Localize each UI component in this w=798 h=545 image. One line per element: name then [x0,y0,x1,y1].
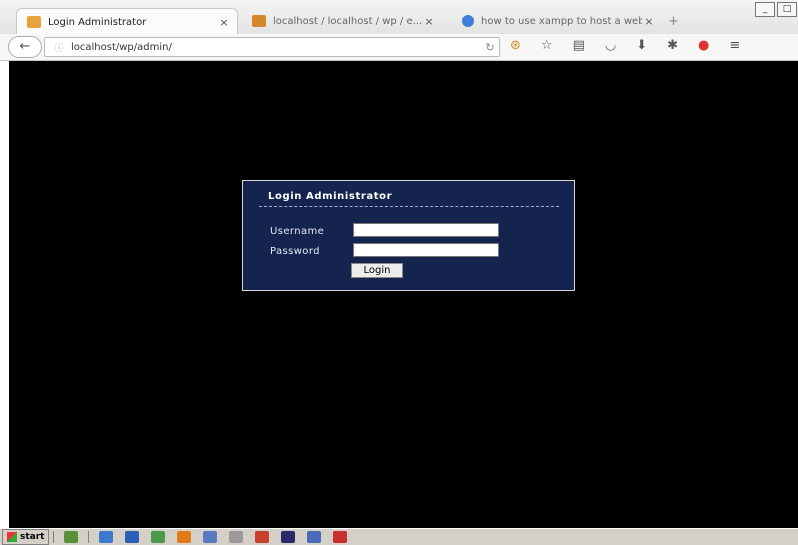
vlc-icon[interactable] [177,531,192,543]
tab-close-icon[interactable]: × [642,15,656,28]
maximize-button[interactable]: □ [777,2,797,17]
tab-title: how to use xampp to host a website [481,15,642,27]
taskbar-divider [88,531,90,543]
app-icon[interactable] [281,531,296,543]
menu-icon[interactable]: ≡ [729,38,740,54]
url-input[interactable] [67,39,481,55]
tab-title: localhost / localhost / wp / e... [273,15,422,27]
word-icon[interactable] [307,531,322,543]
start-label: start [20,532,45,542]
reload-icon[interactable]: ↻ [481,41,499,54]
password-label: Password [270,246,320,257]
favicon-icon [27,16,41,28]
addon-icon[interactable]: ✱ [667,38,678,54]
acrobat-icon[interactable] [333,531,348,543]
password-input[interactable] [353,243,499,257]
title-divider [259,206,559,207]
back-button[interactable]: ← [8,36,42,58]
media-icon[interactable] [203,531,218,543]
username-label: Username [270,226,325,237]
tab-login-administrator[interactable]: Login Administrator × [16,8,238,35]
pocket-icon[interactable]: ◡ [605,38,616,54]
navigation-bar: ← ⓘ ↻ ⊛ ☆ ▤ ◡ ⬇ ✱ ● ≡ [0,34,798,61]
star-icon[interactable]: ☆ [541,38,553,54]
toolbar-icons: ⊛ ☆ ▤ ◡ ⬇ ✱ ● ≡ [510,38,740,54]
tab-search[interactable]: how to use xampp to host a website × [452,8,662,34]
explorer-icon[interactable] [64,531,79,543]
chrome-icon[interactable] [255,531,270,543]
login-button[interactable]: Login [351,263,403,278]
tab-close-icon[interactable]: × [217,16,231,29]
tab-phpmyadmin[interactable]: localhost / localhost / wp / e... × [242,8,442,34]
window-controls: _ □ × [755,2,798,17]
login-panel: Login Administrator Username Password Lo… [242,180,575,291]
site-info-icon[interactable]: ⓘ [51,41,67,54]
outlook-icon[interactable] [125,531,140,543]
taskbar-divider [53,531,55,543]
taskbar: start [0,528,798,545]
start-button[interactable]: start [2,529,50,545]
page-content: Login Administrator Username Password Lo… [9,61,798,528]
tab-title: Login Administrator [48,16,147,28]
url-bar[interactable]: ⓘ ↻ [44,37,500,57]
library-icon[interactable]: ▤ [573,38,585,54]
xampp-icon[interactable] [151,531,166,543]
new-tab-icon[interactable]: + [668,14,679,29]
favicon-icon [252,15,266,27]
ie-icon[interactable] [99,531,114,543]
search-icon[interactable]: ⊛ [510,38,521,54]
download-icon[interactable]: ⬇ [636,38,647,54]
badge-icon[interactable]: ● [698,38,709,54]
favicon-icon [462,15,474,27]
tools-icon[interactable] [229,531,244,543]
windows-logo-icon [7,532,17,542]
tab-close-icon[interactable]: × [422,15,436,28]
browser-titlebar: Login Administrator × localhost / localh… [0,0,798,35]
username-input[interactable] [353,223,499,237]
login-title: Login Administrator [268,191,393,202]
minimize-button[interactable]: _ [755,2,775,17]
